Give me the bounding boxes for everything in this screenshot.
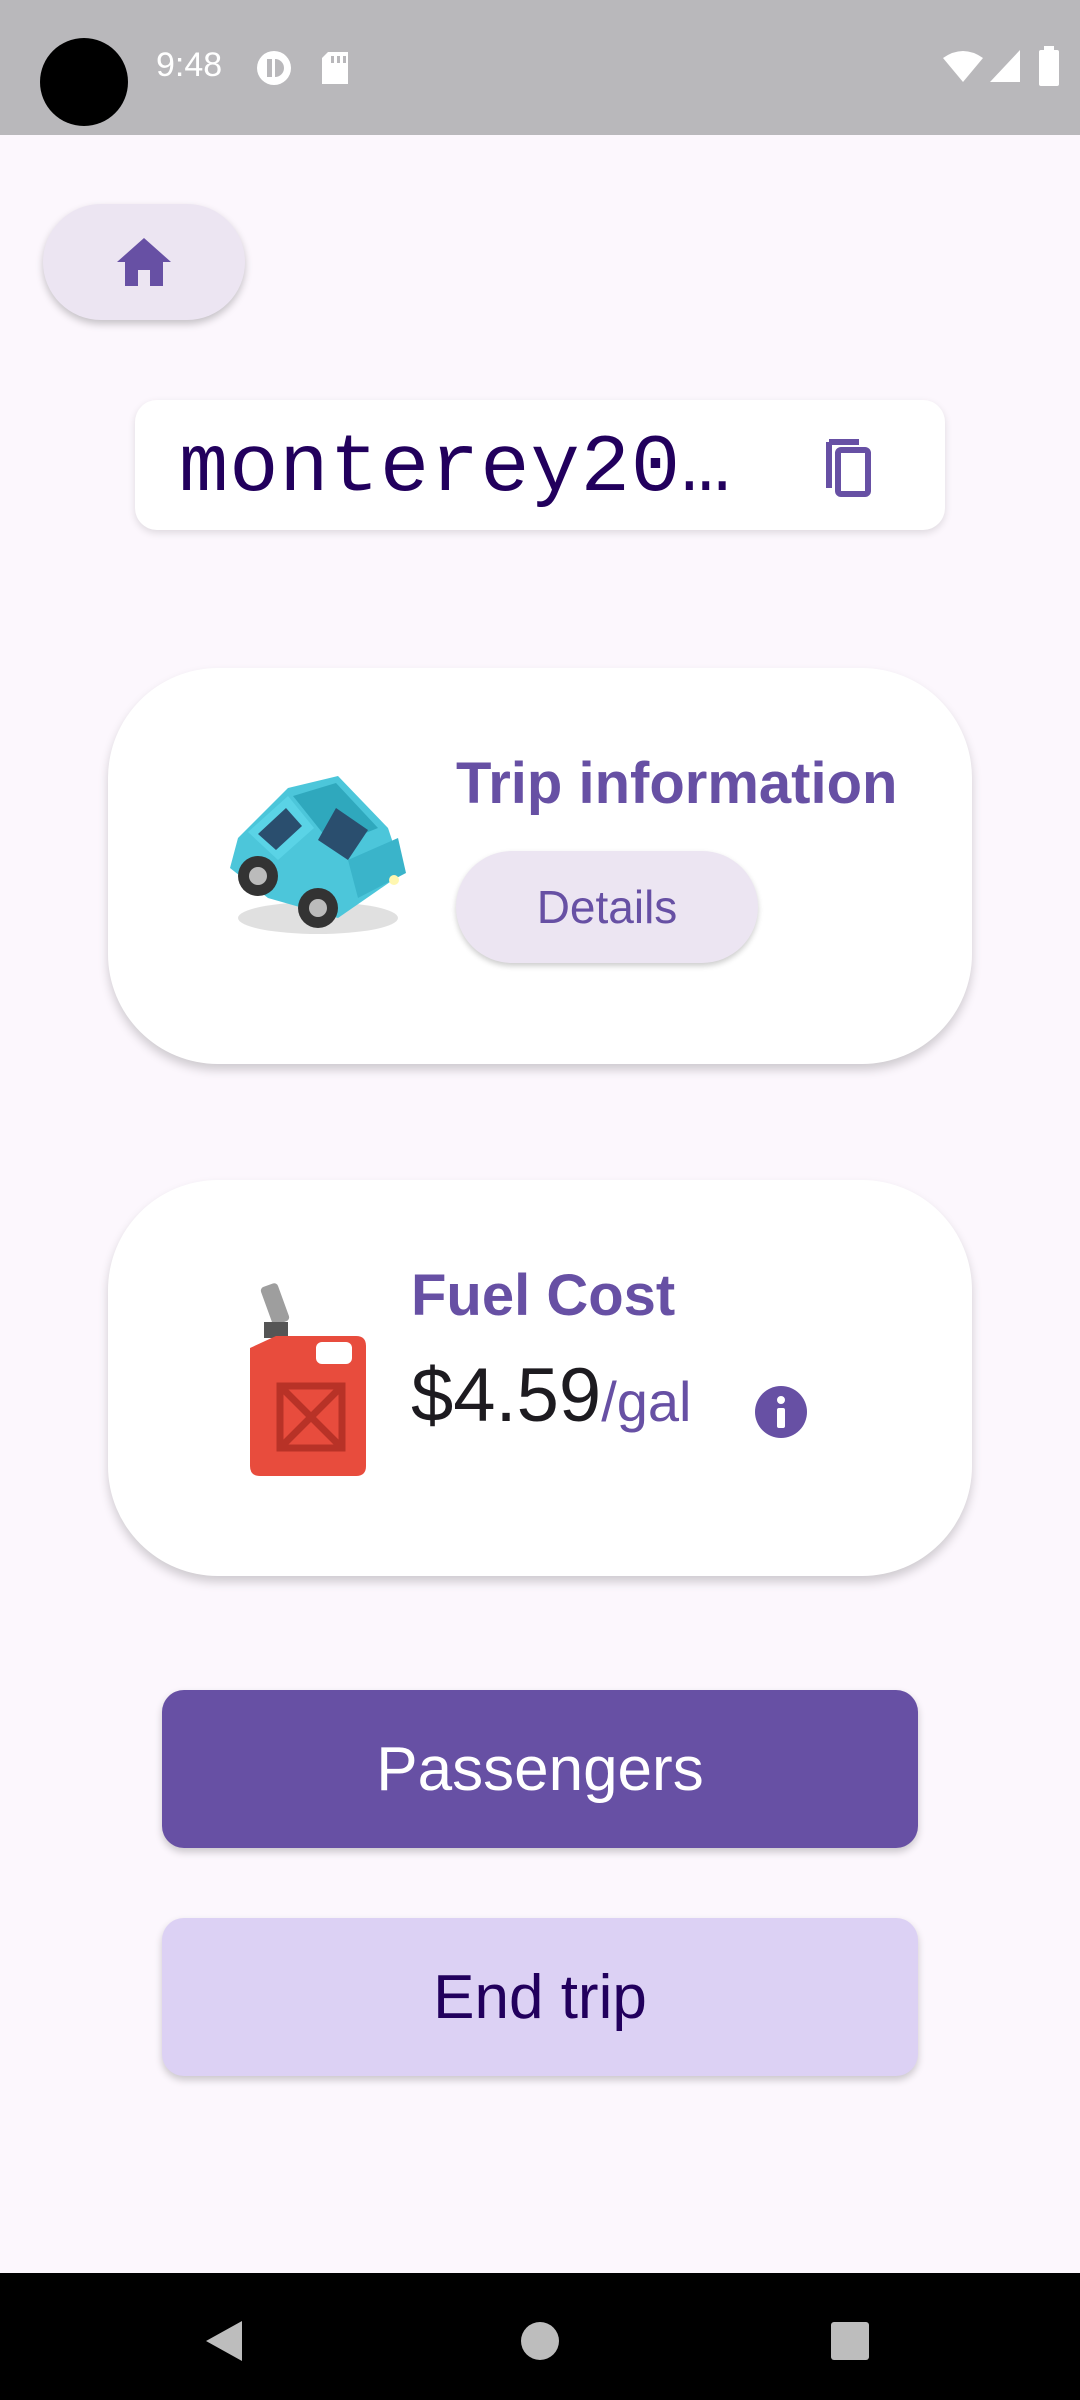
home-nav-icon[interactable] [520, 2321, 560, 2361]
trip-info-card: Trip information Details [108, 668, 972, 1064]
status-time: 9:48 [156, 46, 223, 84]
battery-icon [1039, 46, 1059, 86]
signal-icon [990, 50, 1020, 82]
trip-info-title: Trip information [456, 751, 898, 816]
home-button[interactable] [43, 204, 245, 320]
passengers-button[interactable]: Passengers [162, 1690, 918, 1848]
privacy-indicator-icon [257, 51, 291, 85]
info-icon [755, 1386, 807, 1438]
fuel-can-illustration [250, 1283, 366, 1476]
fuel-price: $4.59/gal [411, 1352, 691, 1439]
sd-card-icon [322, 52, 348, 84]
navigation-bar [0, 2273, 1080, 2400]
trip-code-text: monterey20… [179, 422, 732, 515]
home-icon [117, 238, 171, 286]
car-illustration [230, 776, 406, 934]
fuel-price-value: $4.59 [411, 1353, 602, 1438]
back-icon[interactable] [204, 2319, 244, 2363]
copy-button[interactable] [815, 430, 887, 502]
wifi-icon [943, 51, 983, 82]
details-button[interactable]: Details [456, 851, 758, 963]
camera-cutout [40, 38, 128, 126]
fuel-cost-title: Fuel Cost [411, 1263, 676, 1328]
fuel-cost-card: Fuel Cost $4.59/gal [108, 1180, 972, 1576]
fuel-info-button[interactable] [754, 1385, 808, 1439]
status-bar: 9:48 [0, 0, 1080, 135]
copy-icon [826, 439, 871, 497]
trip-code-chip: monterey20… [135, 400, 945, 530]
end-trip-button[interactable]: End trip [162, 1918, 918, 2076]
fuel-price-unit: /gal [601, 1370, 692, 1433]
recents-icon[interactable] [830, 2321, 870, 2361]
